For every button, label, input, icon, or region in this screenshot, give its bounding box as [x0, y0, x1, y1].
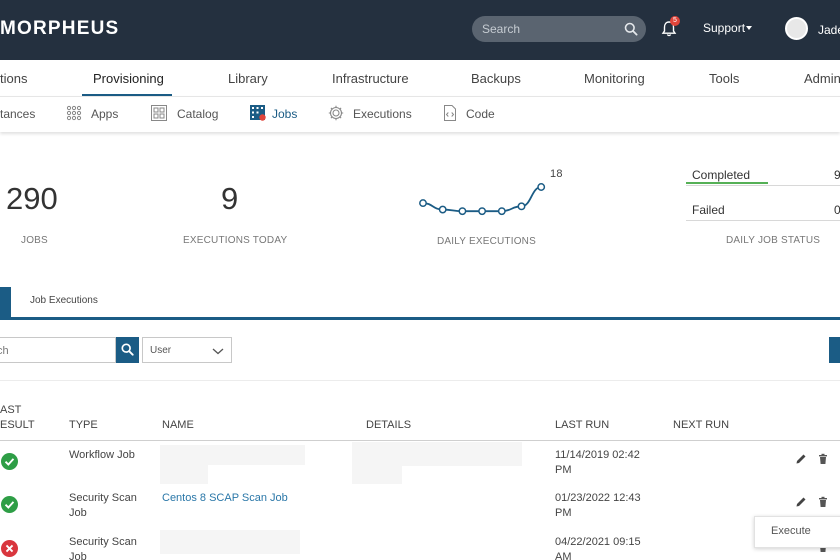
main-nav: tions Provisioning Library Infrastructur… [0, 60, 840, 96]
col-header-next-run[interactable]: NEXT RUN [673, 419, 729, 431]
notification-badge: 5 [670, 16, 680, 26]
row3-name-redacted [160, 530, 300, 554]
avatar[interactable] [785, 17, 808, 40]
subnav-catalog[interactable]: Catalog [177, 107, 218, 121]
row1-details-redacted-2 [352, 466, 402, 484]
sparkline-point-3 [478, 207, 487, 216]
col-header-result-1: AST [0, 404, 22, 416]
executions-today-label: EXECUTIONS TODAY [183, 235, 288, 246]
tab-divider [0, 317, 840, 320]
nav-admin[interactable]: Admin [804, 71, 840, 86]
row3-last-run-2: AM [555, 551, 572, 560]
user-filter-value: User [150, 345, 172, 356]
status-failed-row: Failed 0 [686, 199, 840, 221]
jobs-icon[interactable] [250, 105, 266, 121]
nav-provisioning[interactable]: Provisioning [93, 71, 164, 86]
top-bar: MORPHEUS 5 Support Jade [0, 0, 840, 60]
search-button[interactable] [116, 337, 139, 363]
row3-last-run: 04/22/2021 09:15 [555, 536, 641, 548]
job-search[interactable] [0, 337, 116, 363]
row2-name-link[interactable]: Centos 8 SCAP Scan Job [162, 491, 288, 506]
tab-job-executions[interactable]: Job Executions [30, 295, 98, 306]
row1-last-run-2: PM [555, 464, 572, 476]
success-check-icon [1, 496, 18, 513]
caret-down-icon[interactable] [746, 26, 752, 30]
subnav-apps[interactable]: Apps [91, 107, 118, 121]
execute-tooltip[interactable]: Execute [754, 516, 840, 548]
completed-label: Completed [692, 168, 751, 182]
row1-type: Workflow Job [69, 449, 135, 461]
row1-last-run: 11/14/2019 02:42 [555, 449, 640, 461]
global-search[interactable] [472, 16, 646, 42]
failed-label: Failed [692, 203, 725, 217]
edit-pencil-icon[interactable] [795, 453, 807, 465]
executions-today-count: 9 [221, 181, 239, 216]
subnav-code[interactable]: Code [466, 107, 495, 121]
row1-name-redacted-2 [160, 465, 208, 484]
daily-executions-label: DAILY EXECUTIONS [437, 236, 536, 247]
catalog-icon[interactable] [151, 105, 167, 121]
sparkline-point-2 [458, 207, 467, 216]
jobs-count: 290 [6, 181, 58, 216]
col-header-result-2: ESULT [0, 419, 35, 431]
morpheus-logo[interactable]: MORPHEUS [0, 18, 119, 40]
row1-name-redacted [160, 445, 305, 465]
sub-nav: tances Apps Catalog Jobs Executions Code [0, 96, 840, 132]
sparkline-point-1 [438, 205, 447, 214]
nav-tools[interactable]: Tools [709, 71, 739, 86]
user-name[interactable]: Jade [818, 23, 840, 37]
row2-last-run: 01/23/2022 12:43 [555, 492, 641, 504]
table-top-rule [0, 380, 840, 381]
apps-grid-icon[interactable] [66, 105, 82, 121]
nav-backups[interactable]: Backups [471, 71, 521, 86]
success-check-icon [1, 453, 18, 470]
row3-type-2: Job [69, 551, 87, 560]
completed-progress-bar [686, 182, 768, 184]
row2-type: Security Scan [69, 492, 137, 504]
sparkline-point-0 [419, 199, 427, 208]
code-file-icon[interactable] [442, 105, 458, 121]
global-search-input[interactable] [482, 20, 622, 38]
col-header-type[interactable]: TYPE [69, 419, 98, 431]
support-menu[interactable]: Support [703, 21, 745, 35]
delete-trash-icon[interactable] [817, 496, 829, 508]
chevron-down-icon [212, 348, 224, 355]
sparkline-point-4 [497, 207, 506, 216]
nav-operations[interactable]: tions [0, 71, 27, 86]
gear-icon[interactable] [328, 105, 344, 121]
job-search-input[interactable] [0, 343, 107, 359]
row2-last-run-2: PM [555, 507, 572, 519]
search-icon[interactable] [624, 22, 638, 36]
delete-trash-icon[interactable] [817, 453, 829, 465]
col-header-details[interactable]: DETAILS [366, 419, 411, 431]
nav-library[interactable]: Library [228, 71, 268, 86]
completed-value: 9 [834, 168, 840, 182]
execute-menu-item[interactable]: Execute [771, 525, 811, 537]
sparkline-point-6 [537, 183, 546, 191]
user-filter-select[interactable]: User [142, 337, 232, 363]
tab-jobs-active[interactable] [0, 287, 11, 317]
row2-type-2: Job [69, 507, 87, 519]
subnav-jobs[interactable]: Jobs [272, 107, 297, 121]
failure-x-icon [1, 540, 18, 557]
col-header-last-run[interactable]: LAST RUN [555, 419, 609, 431]
add-job-button[interactable] [829, 337, 840, 363]
daily-executions-sparkline [419, 183, 546, 216]
subnav-instances[interactable]: tances [0, 107, 35, 121]
search-icon [121, 343, 134, 356]
daily-job-status-label: DAILY JOB STATUS [726, 235, 821, 246]
edit-pencil-icon[interactable] [795, 496, 807, 508]
table-header-rule [0, 440, 840, 441]
jobs-label: JOBS [21, 235, 48, 246]
row3-type: Security Scan [69, 536, 137, 548]
daily-executions-peak: 18 [550, 168, 563, 180]
sparkline-point-5 [517, 202, 526, 211]
failed-value: 0 [834, 203, 840, 217]
row1-details-redacted [352, 442, 522, 466]
nav-infrastructure[interactable]: Infrastructure [332, 71, 409, 86]
col-header-name[interactable]: NAME [162, 419, 194, 431]
nav-monitoring[interactable]: Monitoring [584, 71, 645, 86]
subnav-executions[interactable]: Executions [353, 107, 412, 121]
